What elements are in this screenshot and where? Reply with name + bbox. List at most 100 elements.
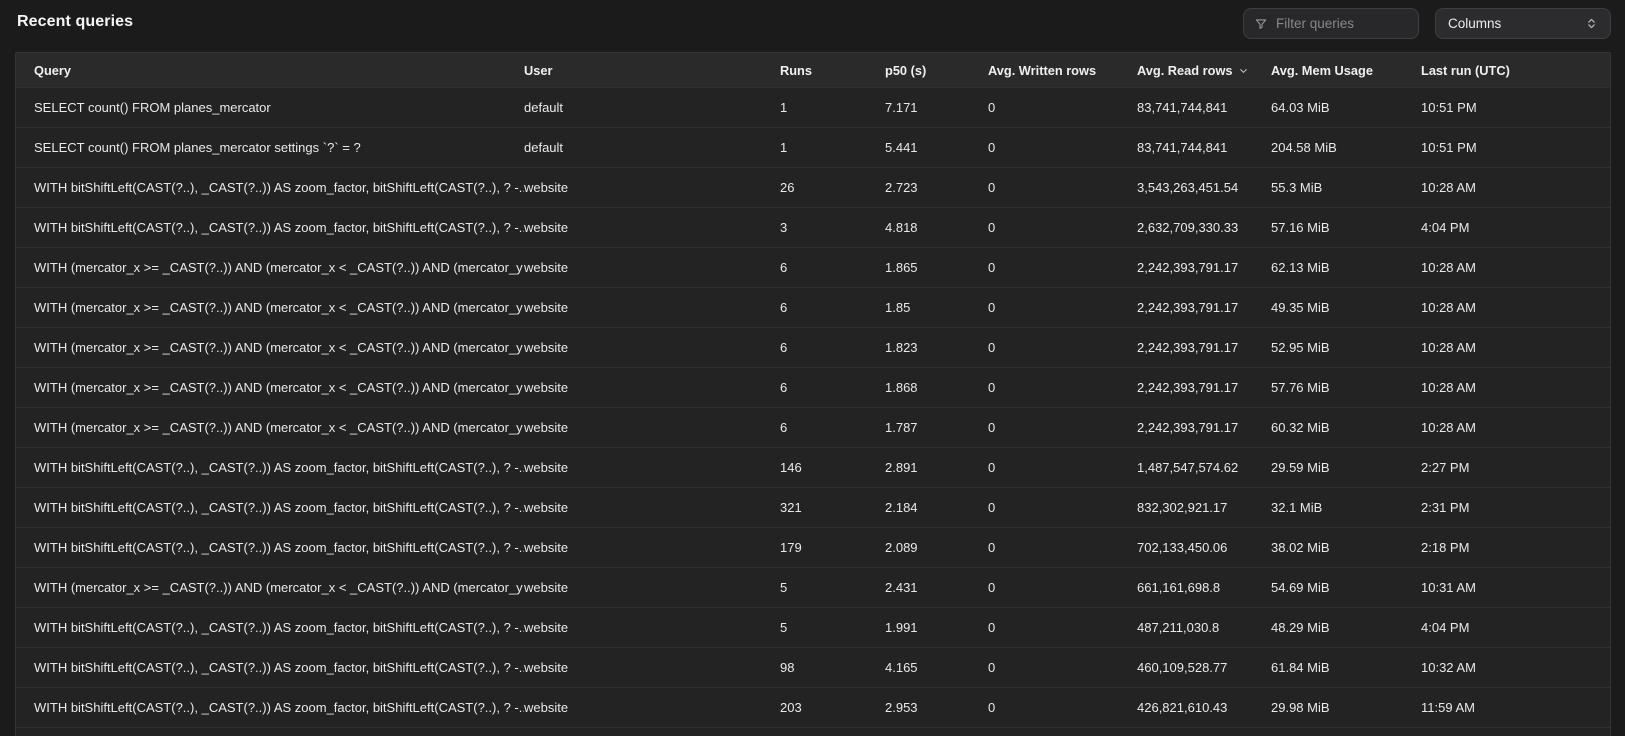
table-row[interactable]: WITH bitShiftLeft(CAST(?..), _CAST(?..))… [16,647,1610,687]
written-rows-cell: 0 [988,140,1137,155]
written-rows-cell: 0 [988,340,1137,355]
query-cell: WITH (mercator_x >= _CAST(?..)) AND (mer… [34,260,524,275]
table-row[interactable]: WITH (mercator_x >= _CAST(?..)) AND (mer… [16,287,1610,327]
written-rows-cell: 0 [988,380,1137,395]
mem-usage-cell: 49.35 MiB [1271,300,1421,315]
last-run-cell: 11:59 AM [1421,700,1610,715]
table-row[interactable]: WITH bitShiftLeft(CAST(?..), _CAST(?..))… [16,607,1610,647]
chevron-up-down-icon [1585,17,1598,30]
mem-usage-cell: 55.3 MiB [1271,180,1421,195]
runs-cell: 1 [780,100,885,115]
runs-cell: 179 [780,540,885,555]
last-run-cell: 10:31 AM [1421,580,1610,595]
runs-cell: 203 [780,700,885,715]
mem-usage-cell: 62.13 MiB [1271,260,1421,275]
table-row[interactable]: WITH (mercator_x >= _CAST(?..)) AND (mer… [16,367,1610,407]
query-cell: WITH bitShiftLeft(CAST(?..), _CAST(?..))… [34,460,524,475]
table-row[interactable] [16,727,1610,736]
column-header-last_run[interactable]: Last run (UTC) [1421,63,1610,78]
table-row[interactable]: WITH bitShiftLeft(CAST(?..), _CAST(?..))… [16,207,1610,247]
filter-queries-input[interactable] [1276,16,1408,31]
table-row[interactable]: SELECT count() FROM planes_mercator defa… [16,87,1610,127]
user-cell: website [524,380,780,395]
last-run-cell: 2:27 PM [1421,460,1610,475]
table-row[interactable]: WITH bitShiftLeft(CAST(?..), _CAST(?..))… [16,167,1610,207]
sort-desc-chevron-icon [1238,65,1249,76]
read-rows-cell: 460,109,528.77 [1137,660,1271,675]
query-cell: WITH bitShiftLeft(CAST(?..), _CAST(?..))… [34,220,524,235]
table-body: SELECT count() FROM planes_mercator defa… [16,87,1610,736]
columns-dropdown-button[interactable]: Columns [1435,8,1611,39]
user-cell: website [524,620,780,635]
funnel-icon [1254,17,1268,31]
last-run-cell: 2:31 PM [1421,500,1610,515]
mem-usage-cell: 29.59 MiB [1271,460,1421,475]
runs-cell: 26 [780,180,885,195]
table-row[interactable]: WITH bitShiftLeft(CAST(?..), _CAST(?..))… [16,527,1610,567]
table-header-row: Query User Runs p50 (s) Avg. Written row… [16,53,1610,87]
runs-cell: 6 [780,380,885,395]
column-header-p50[interactable]: p50 (s) [885,63,988,78]
table-row[interactable]: WITH (mercator_x >= _CAST(?..)) AND (mer… [16,247,1610,287]
last-run-cell: 10:51 PM [1421,100,1610,115]
read-rows-cell: 487,211,030.8 [1137,620,1271,635]
read-rows-cell: 702,133,450.06 [1137,540,1271,555]
p50-cell: 2.953 [885,700,988,715]
table-row[interactable]: WITH bitShiftLeft(CAST(?..), _CAST(?..))… [16,687,1610,727]
last-run-cell: 10:51 PM [1421,140,1610,155]
runs-cell: 6 [780,300,885,315]
mem-usage-cell: 48.29 MiB [1271,620,1421,635]
written-rows-cell: 0 [988,220,1137,235]
column-header-user[interactable]: User [524,63,780,78]
column-header-runs[interactable]: Runs [780,63,885,78]
column-header-mem[interactable]: Avg. Mem Usage [1271,63,1421,78]
read-rows-cell: 2,632,709,330.33 [1137,220,1271,235]
read-rows-cell: 1,487,547,574.62 [1137,460,1271,475]
user-cell: website [524,460,780,475]
table-row[interactable]: WITH (mercator_x >= _CAST(?..)) AND (mer… [16,567,1610,607]
query-cell: SELECT count() FROM planes_mercator sett… [34,140,524,155]
last-run-cell: 4:04 PM [1421,620,1610,635]
user-cell: website [524,220,780,235]
table-row[interactable]: WITH bitShiftLeft(CAST(?..), _CAST(?..))… [16,447,1610,487]
mem-usage-cell: 57.16 MiB [1271,220,1421,235]
filter-queries-input-wrapper[interactable] [1243,8,1419,39]
mem-usage-cell: 32.1 MiB [1271,500,1421,515]
user-cell: website [524,260,780,275]
read-rows-cell: 2,242,393,791.17 [1137,300,1271,315]
p50-cell: 4.165 [885,660,988,675]
p50-cell: 1.991 [885,620,988,635]
p50-cell: 1.865 [885,260,988,275]
user-cell: website [524,660,780,675]
p50-cell: 1.85 [885,300,988,315]
user-cell: website [524,540,780,555]
user-cell: website [524,700,780,715]
column-header-written[interactable]: Avg. Written rows [988,63,1137,78]
mem-usage-cell: 54.69 MiB [1271,580,1421,595]
column-header-query[interactable]: Query [34,63,524,78]
runs-cell: 146 [780,460,885,475]
mem-usage-cell: 204.58 MiB [1271,140,1421,155]
p50-cell: 5.441 [885,140,988,155]
table-row[interactable]: WITH (mercator_x >= _CAST(?..)) AND (mer… [16,327,1610,367]
mem-usage-cell: 60.32 MiB [1271,420,1421,435]
user-cell: default [524,100,780,115]
table-row[interactable]: SELECT count() FROM planes_mercator sett… [16,127,1610,167]
runs-cell: 6 [780,340,885,355]
p50-cell: 2.184 [885,500,988,515]
table-row[interactable]: WITH (mercator_x >= _CAST(?..)) AND (mer… [16,407,1610,447]
written-rows-cell: 0 [988,620,1137,635]
read-rows-cell: 2,242,393,791.17 [1137,340,1271,355]
last-run-cell: 10:28 AM [1421,340,1610,355]
read-rows-cell: 83,741,744,841 [1137,100,1271,115]
read-rows-cell: 426,821,610.43 [1137,700,1271,715]
table-row[interactable]: WITH bitShiftLeft(CAST(?..), _CAST(?..))… [16,487,1610,527]
query-cell: WITH bitShiftLeft(CAST(?..), _CAST(?..))… [34,180,524,195]
last-run-cell: 10:32 AM [1421,660,1610,675]
p50-cell: 1.823 [885,340,988,355]
written-rows-cell: 0 [988,300,1137,315]
user-cell: website [524,500,780,515]
user-cell: website [524,300,780,315]
column-header-read[interactable]: Avg. Read rows [1137,63,1271,78]
last-run-cell: 2:18 PM [1421,540,1610,555]
